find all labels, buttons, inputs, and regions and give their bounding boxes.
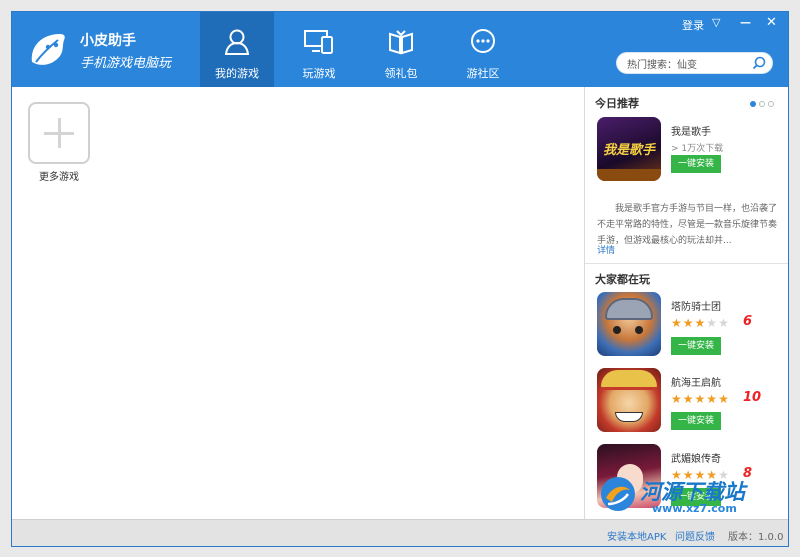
logo-icon <box>31 34 65 65</box>
install-apk-link[interactable]: 安装本地APK <box>607 528 666 543</box>
recommend-sidebar: 今日推荐 我是歌手 我是歌手 > 1万次下载 一键安装 我是歌手官方手游与节目一… <box>584 87 788 519</box>
close-button[interactable]: ✕ <box>766 15 777 30</box>
app-window: 小皮助手 手机游戏电脑玩 我的游戏 玩游戏 领礼包 游社区 登录 ▽ — ✕ 热… <box>11 11 789 547</box>
version-text: 版本：1.0.0 <box>728 532 784 543</box>
divider <box>585 263 788 264</box>
menu-dropdown-icon[interactable]: ▽ <box>712 16 720 29</box>
watermark-logo-icon <box>601 477 635 511</box>
add-game-button[interactable] <box>28 102 90 164</box>
tab-play-games[interactable]: 玩游戏 <box>282 12 356 87</box>
carousel-dot[interactable] <box>768 101 774 107</box>
watermark: 河源下载站 www.xz7.com <box>596 468 796 518</box>
add-game-label: 更多游戏 <box>39 172 79 183</box>
star-filled-icon: ★ <box>694 316 706 330</box>
today-game-description: 我是歌手官方手游与节目一样，也沿袭了不走平常路的特性，尽管是一款音乐旋律节奏手游… <box>597 204 778 246</box>
tab-my-games[interactable]: 我的游戏 <box>200 12 274 87</box>
devices-icon <box>304 30 333 54</box>
today-title: 今日推荐 <box>595 97 639 110</box>
rating-stars: ★ ★ ★ ★ ★ <box>671 317 729 329</box>
star-filled-icon: ★ <box>682 392 694 406</box>
popular-title: 大家都在玩 <box>595 273 650 286</box>
brand-subtitle: 手机游戏电脑玩 <box>80 56 172 71</box>
install-button[interactable]: 一键安装 <box>671 155 721 173</box>
chat-bubble-icon <box>471 29 495 53</box>
tab-my-games-label: 我的游戏 <box>215 67 259 80</box>
watermark-url: www.xz7.com <box>652 502 737 515</box>
tab-community[interactable]: 游社区 <box>446 12 520 87</box>
popular-game-name: 航海王启航 <box>671 378 721 389</box>
star-empty-icon: ★ <box>718 316 729 330</box>
my-games-panel: 更多游戏 <box>12 87 584 519</box>
search-box <box>616 52 773 74</box>
install-button[interactable]: 一键安装 <box>671 337 721 355</box>
game-icon-singer[interactable]: 我是歌手 <box>597 117 661 181</box>
game-icon-tower-defense[interactable] <box>597 292 661 356</box>
carousel-dot[interactable] <box>750 101 756 107</box>
rating-score: 6 <box>743 314 753 329</box>
tab-gift-packs-label: 领礼包 <box>384 67 418 80</box>
search-icon[interactable] <box>752 56 766 70</box>
carousel-dots <box>750 101 774 107</box>
gift-book-icon <box>389 30 413 55</box>
star-filled-icon: ★ <box>682 316 694 330</box>
popular-game-name: 塔防骑士团 <box>671 302 721 313</box>
game-icon-singer-title: 我是歌手 <box>602 143 655 158</box>
user-icon <box>224 29 250 55</box>
tab-gift-packs[interactable]: 领礼包 <box>364 12 438 87</box>
details-link[interactable]: 详情 <box>597 243 615 256</box>
main-nav: 我的游戏 玩游戏 领礼包 游社区 <box>200 12 528 87</box>
feedback-link[interactable]: 问题反馈 <box>675 528 715 543</box>
rating-stars: ★ ★ ★ ★ ★ <box>671 393 729 405</box>
brand-name: 小皮助手 <box>80 33 136 49</box>
star-filled-icon: ★ <box>671 316 682 330</box>
star-filled-icon: ★ <box>671 392 682 406</box>
star-filled-icon: ★ <box>694 392 706 406</box>
header-bar: 小皮助手 手机游戏电脑玩 我的游戏 玩游戏 领礼包 游社区 登录 ▽ — ✕ 热… <box>12 12 788 87</box>
today-game-name: 我是歌手 <box>671 127 711 138</box>
install-button[interactable]: 一键安装 <box>671 412 721 430</box>
search-input[interactable] <box>627 56 751 70</box>
status-bar: 安装本地APK 问题反馈 版本：1.0.0 <box>12 519 788 546</box>
rating-score: 10 <box>743 390 762 405</box>
tab-play-games-label: 玩游戏 <box>302 67 336 80</box>
game-icon-one-piece[interactable] <box>597 368 661 432</box>
star-filled-icon: ★ <box>718 392 729 406</box>
popular-game-name: 武媚娘传奇 <box>671 454 721 465</box>
star-filled-icon: ★ <box>706 392 718 406</box>
today-game-downloads: > 1万次下载 <box>671 144 724 154</box>
tab-community-label: 游社区 <box>466 67 500 80</box>
star-empty-icon: ★ <box>706 316 718 330</box>
login-link[interactable]: 登录 <box>682 17 704 33</box>
minimize-button[interactable]: — <box>740 16 751 29</box>
carousel-dot[interactable] <box>759 101 765 107</box>
